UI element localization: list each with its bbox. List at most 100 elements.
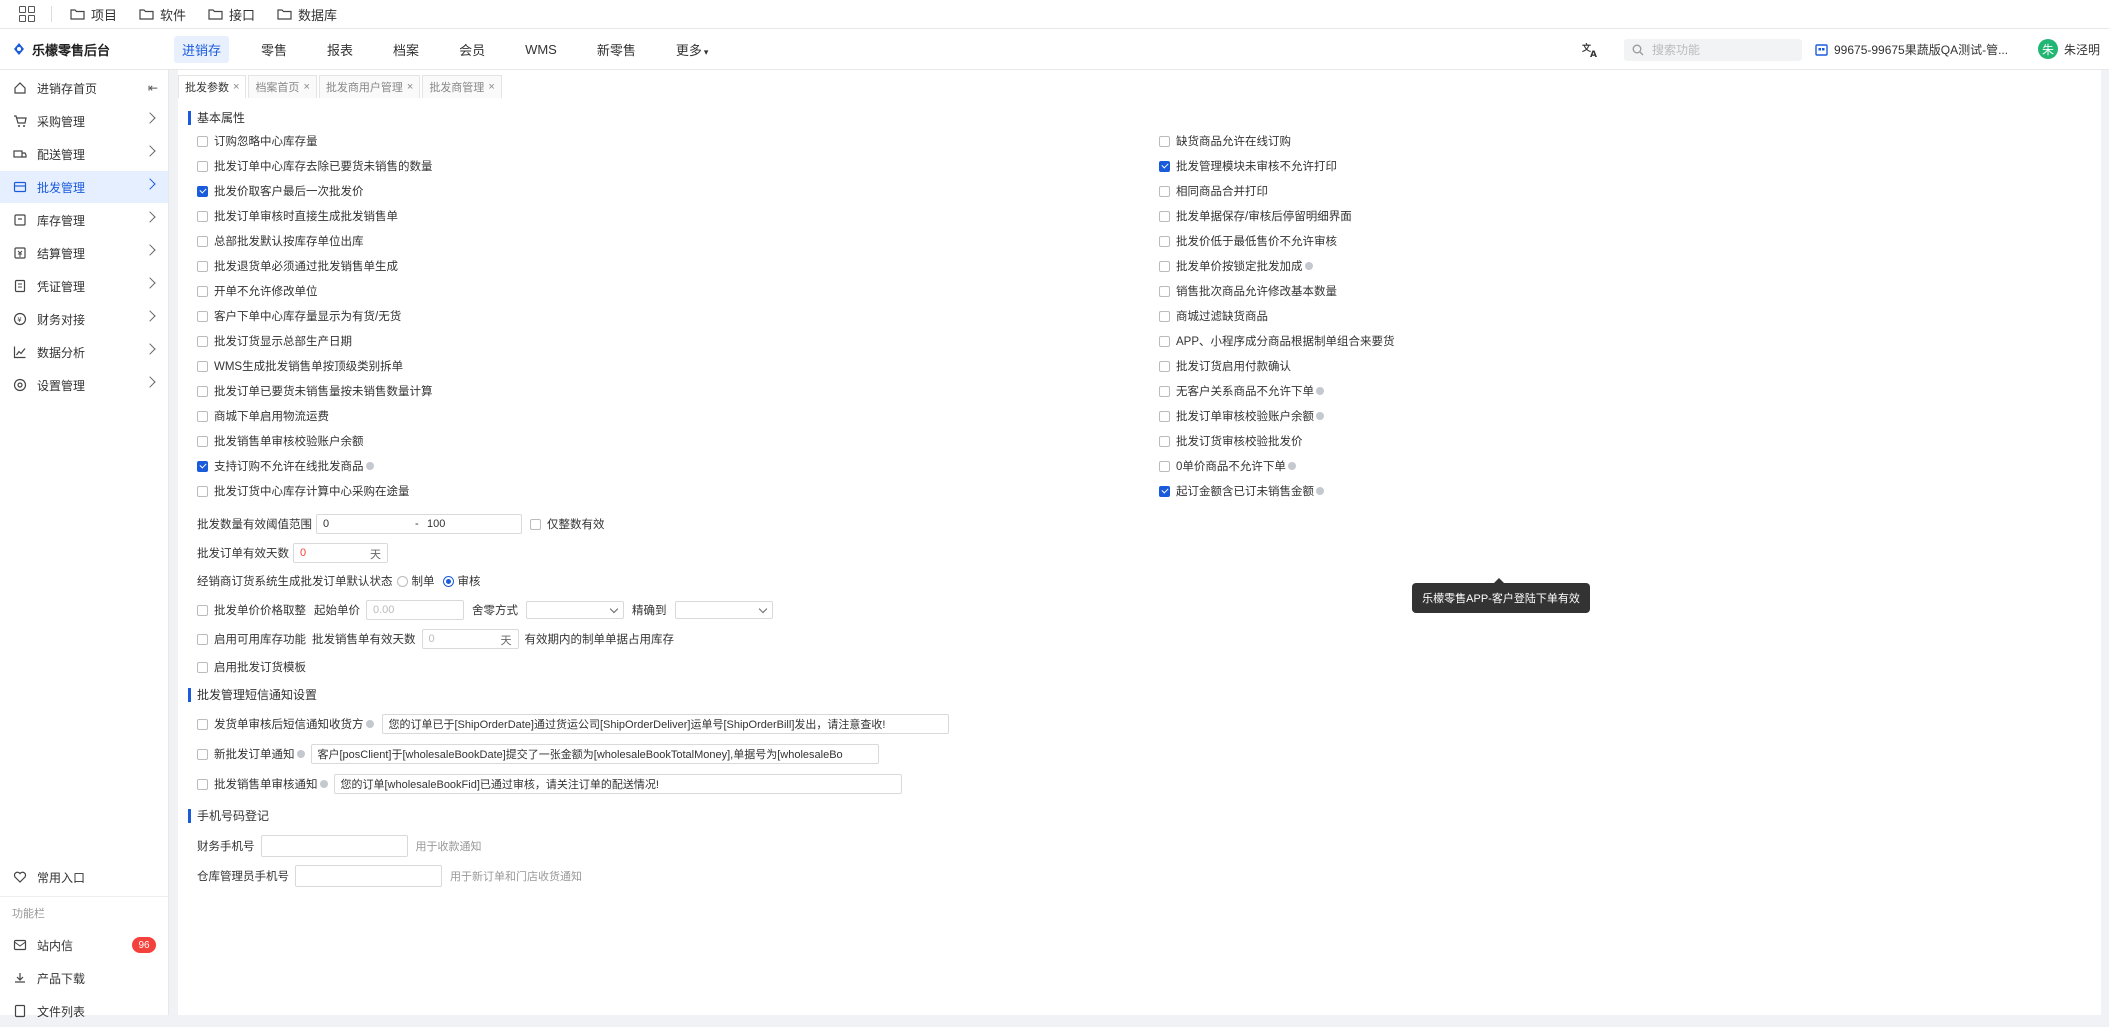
- sidebar-item-analytics[interactable]: 数据分析: [0, 336, 168, 368]
- collapse-sidebar-icon[interactable]: ⇤: [148, 81, 158, 95]
- option-checkbox[interactable]: [1159, 160, 1170, 172]
- sms-sale-approve-checkbox[interactable]: [197, 778, 208, 790]
- close-icon[interactable]: ×: [488, 81, 494, 93]
- option-checkbox[interactable]: [1159, 385, 1170, 397]
- sidebar-item-finance[interactable]: ¥ 财务对接: [0, 303, 168, 335]
- close-icon[interactable]: ×: [407, 81, 413, 93]
- app-logo[interactable]: 乐檬零售后台: [12, 29, 110, 69]
- available-stock-checkbox[interactable]: [197, 633, 208, 645]
- option-checkbox[interactable]: [197, 460, 208, 472]
- option-checkbox[interactable]: [1159, 235, 1170, 247]
- folder-database[interactable]: 数据库: [277, 5, 337, 24]
- sidebar-item-settlement[interactable]: 结算管理: [0, 237, 168, 269]
- radio-approve[interactable]: [442, 575, 454, 587]
- user-menu[interactable]: 朱 朱泾明: [2038, 29, 2100, 69]
- close-icon[interactable]: ×: [233, 81, 239, 93]
- range-max[interactable]: 100: [427, 518, 445, 530]
- store-selector[interactable]: 99675-99675果蔬版QA测试-管...: [1815, 29, 2008, 69]
- sms-ship-checkbox[interactable]: [197, 718, 208, 730]
- option-checkbox[interactable]: [197, 435, 208, 447]
- info-icon[interactable]: [1287, 462, 1296, 470]
- option-checkbox[interactable]: [1159, 210, 1170, 222]
- option-checkbox[interactable]: [197, 310, 208, 322]
- sms-new-order-template[interactable]: 客户[posClient]于[wholesaleBookDate]提交了一张金额…: [310, 744, 879, 764]
- only-int-checkbox[interactable]: [530, 518, 541, 530]
- finance-phone-input[interactable]: [260, 835, 408, 857]
- close-icon[interactable]: ×: [303, 81, 309, 93]
- warehouse-phone-input[interactable]: [295, 865, 442, 887]
- sms-sale-approve-template[interactable]: 您的订单[wholesaleBookFid]已通过审核，请关注订单的配送情况!: [333, 774, 902, 794]
- sms-new-order-checkbox[interactable]: [197, 748, 208, 760]
- option-checkbox[interactable]: [1159, 435, 1170, 447]
- tab-wholesaler-mgmt[interactable]: 批发商管理 ×: [422, 75, 502, 98]
- option-checkbox[interactable]: [197, 185, 208, 197]
- option-checkbox[interactable]: [197, 235, 208, 247]
- nav-wms[interactable]: WMS: [517, 38, 565, 61]
- valid-days-input[interactable]: 0 天: [293, 543, 388, 563]
- info-icon[interactable]: [1316, 387, 1324, 395]
- info-icon[interactable]: [365, 720, 374, 728]
- info-icon[interactable]: [365, 462, 374, 470]
- folder-api[interactable]: 接口: [208, 5, 255, 24]
- nav-reports[interactable]: 报表: [319, 36, 361, 63]
- folder-software[interactable]: 软件: [139, 5, 186, 24]
- option-checkbox[interactable]: [1159, 310, 1170, 322]
- nav-members[interactable]: 会员: [451, 36, 493, 63]
- option-checkbox[interactable]: [1159, 135, 1170, 147]
- nav-more[interactable]: 更多 ▾: [668, 36, 717, 63]
- info-icon[interactable]: [1316, 487, 1324, 495]
- info-icon[interactable]: [296, 750, 305, 758]
- tab-archive-home[interactable]: 档案首页 ×: [248, 75, 317, 98]
- apps-grid-icon[interactable]: [19, 6, 35, 22]
- price-round-checkbox[interactable]: [197, 604, 208, 616]
- nav-retail[interactable]: 零售: [253, 36, 295, 63]
- option-checkbox[interactable]: [197, 335, 208, 347]
- folder-projects[interactable]: 项目: [70, 5, 117, 24]
- nav-new-retail[interactable]: 新零售: [589, 36, 644, 63]
- order-template-checkbox[interactable]: [197, 661, 208, 673]
- sidebar-item-settings[interactable]: 设置管理: [0, 369, 168, 401]
- nav-inventory[interactable]: 进销存: [174, 35, 230, 63]
- option-checkbox[interactable]: [197, 135, 208, 147]
- option-checkbox[interactable]: [197, 160, 208, 172]
- range-min[interactable]: 0: [323, 518, 329, 530]
- option-checkbox[interactable]: [1159, 260, 1170, 272]
- tab-wholesaler-users[interactable]: 批发商用户管理 ×: [318, 75, 421, 98]
- sidebar-files[interactable]: 文件列表: [0, 995, 168, 1027]
- search-input[interactable]: [1650, 42, 1794, 58]
- option-checkbox[interactable]: [1159, 335, 1170, 347]
- sidebar-item-delivery[interactable]: 配送管理: [0, 138, 168, 170]
- sidebar-item-purchase[interactable]: 采购管理: [0, 105, 168, 137]
- option-checkbox[interactable]: [1159, 285, 1170, 297]
- option-checkbox[interactable]: [1159, 185, 1170, 197]
- info-icon[interactable]: [1316, 412, 1324, 420]
- start-price-input[interactable]: 0.00: [366, 600, 464, 620]
- info-icon[interactable]: [319, 780, 328, 788]
- sale-days-input[interactable]: 0 天: [421, 629, 519, 649]
- sidebar-item-stock[interactable]: 库存管理: [0, 204, 168, 236]
- round-mode-select[interactable]: [526, 601, 624, 619]
- sidebar-downloads[interactable]: 产品下载: [0, 962, 168, 994]
- option-checkbox[interactable]: [197, 385, 208, 397]
- option-checkbox[interactable]: [197, 285, 208, 297]
- precision-select[interactable]: [674, 601, 773, 619]
- sidebar-favorites[interactable]: 常用入口: [0, 861, 168, 893]
- radio-draft[interactable]: [396, 575, 408, 587]
- option-checkbox[interactable]: [197, 485, 208, 497]
- sidebar-item-wholesale[interactable]: 批发管理: [0, 171, 168, 203]
- option-checkbox[interactable]: [1159, 360, 1170, 372]
- sidebar-item-voucher[interactable]: 凭证管理: [0, 270, 168, 302]
- option-checkbox[interactable]: [1159, 410, 1170, 422]
- range-input-group[interactable]: 0 - 100: [316, 514, 522, 534]
- option-checkbox[interactable]: [197, 360, 208, 372]
- option-checkbox[interactable]: [1159, 485, 1170, 497]
- search-box[interactable]: [1624, 39, 1802, 61]
- translate-icon[interactable]: 文A: [1581, 41, 1599, 60]
- sidebar-item-home[interactable]: 进销存首页 ⇤: [0, 72, 168, 104]
- option-checkbox[interactable]: [197, 410, 208, 422]
- sms-ship-template[interactable]: 您的订单已于[ShipOrderDate]通过货运公司[ShipOrderDel…: [381, 714, 949, 734]
- option-checkbox[interactable]: [197, 210, 208, 222]
- tab-wholesale-params[interactable]: 批发参数 ×: [178, 75, 247, 98]
- option-checkbox[interactable]: [1159, 460, 1170, 472]
- nav-archives[interactable]: 档案: [385, 36, 427, 63]
